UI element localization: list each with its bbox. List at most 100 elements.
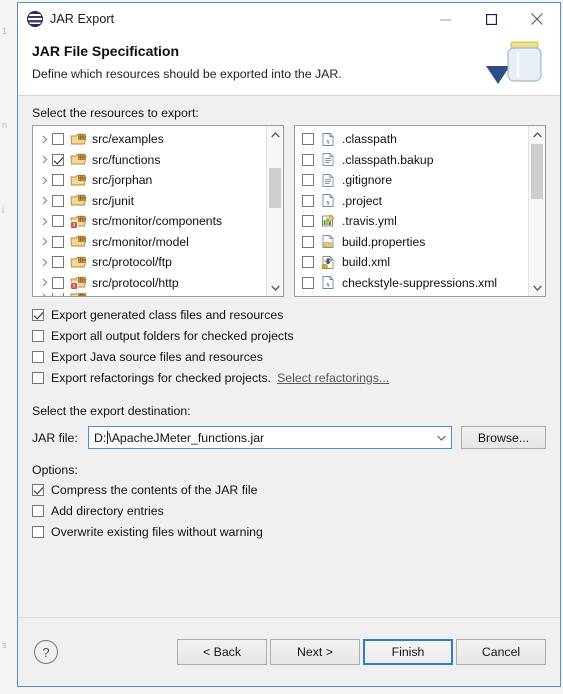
- yml-file-icon: [320, 214, 337, 229]
- folder-tree-scrollbar[interactable]: [266, 126, 283, 296]
- browse-button[interactable]: Browse...: [461, 426, 546, 449]
- file-row-checkbox[interactable]: [302, 174, 314, 187]
- window-title: JAR Export: [50, 12, 115, 26]
- chevron-right-icon[interactable]: [37, 237, 52, 246]
- jar-file-input[interactable]: D: \ApacheJMeter_functions.jar: [89, 430, 264, 445]
- file-list-scrollbar[interactable]: [528, 126, 545, 296]
- file-list-scroll-thumb[interactable]: [531, 144, 543, 199]
- minimize-icon[interactable]: [422, 3, 468, 35]
- footer-buttons: < Back Next > Finish Cancel: [177, 639, 546, 665]
- file-row-checkbox[interactable]: [302, 235, 314, 248]
- options-group: Compress the contents of the JAR file Add…: [32, 479, 546, 542]
- next-button[interactable]: Next >: [270, 639, 360, 665]
- tree-row[interactable]: src/protocol/ftp: [33, 252, 266, 273]
- tree-row-checkbox[interactable]: [52, 153, 64, 166]
- file-row-label: .classpath: [342, 132, 397, 147]
- file-row[interactable]: x checkstyle-suppressions.xml: [295, 273, 528, 294]
- option-row[interactable]: Overwrite existing files without warning: [32, 521, 546, 542]
- folder-tree-list[interactable]: src/examples src/functions src/jorphan src/…: [33, 126, 266, 296]
- chevron-right-icon[interactable]: [37, 155, 52, 164]
- file-row[interactable]: x .project: [295, 191, 528, 212]
- chevron-right-icon[interactable]: [37, 278, 52, 287]
- file-row[interactable]: 010 build.properties: [295, 232, 528, 253]
- jar-export-dialog: JAR Export JAR File Specification Define…: [17, 2, 561, 687]
- tree-row-checkbox[interactable]: [52, 256, 64, 269]
- cancel-button[interactable]: Cancel: [456, 639, 546, 665]
- file-row[interactable]: .classpath.bakup: [295, 150, 528, 171]
- tree-row[interactable]: x src/monitor/components: [33, 211, 266, 232]
- option-checkbox[interactable]: [32, 483, 44, 496]
- jar-file-combo[interactable]: D: \ApacheJMeter_functions.jar: [88, 426, 452, 449]
- export-option-row[interactable]: Export all output folders for checked pr…: [32, 325, 546, 346]
- help-icon[interactable]: ?: [34, 640, 58, 664]
- window-controls: [422, 3, 560, 35]
- folder-tree-pane[interactable]: src/examples src/functions src/jorphan src/…: [32, 125, 284, 297]
- package-folder-icon: [70, 152, 87, 167]
- option-row[interactable]: Add directory entries: [32, 500, 546, 521]
- export-option-row[interactable]: Export refactorings for checked projects…: [32, 367, 546, 388]
- file-row-checkbox[interactable]: [302, 276, 314, 289]
- tree-row-checkbox[interactable]: [52, 215, 64, 228]
- tree-row-checkbox[interactable]: [52, 174, 64, 187]
- folder-tree-scroll-thumb[interactable]: [269, 168, 281, 208]
- export-option-checkbox[interactable]: [32, 371, 44, 384]
- chevron-right-icon[interactable]: [37, 196, 52, 205]
- back-button[interactable]: < Back: [177, 639, 267, 665]
- resources-label: Select the resources to export:: [32, 106, 199, 120]
- scroll-up-icon[interactable]: [529, 126, 545, 143]
- export-option-checkbox[interactable]: [32, 350, 44, 363]
- select-refactorings-link[interactable]: Select refactorings...: [277, 371, 389, 385]
- tree-row-checkbox[interactable]: [52, 293, 64, 296]
- svg-text:!: !: [324, 264, 325, 269]
- option-row[interactable]: Compress the contents of the JAR file: [32, 479, 546, 500]
- tree-row[interactable]: src/functions: [33, 150, 266, 171]
- background-mark-1: 1: [2, 26, 8, 36]
- scroll-down-icon[interactable]: [529, 279, 545, 296]
- file-row[interactable]: ! build.xml: [295, 252, 528, 273]
- tree-row-checkbox[interactable]: [52, 133, 64, 146]
- tree-row-partial[interactable]: [33, 293, 266, 296]
- export-option-row[interactable]: Export generated class files and resourc…: [32, 304, 546, 325]
- file-row-checkbox[interactable]: [302, 133, 314, 146]
- export-option-checkbox[interactable]: [32, 329, 44, 342]
- close-icon[interactable]: [514, 3, 560, 35]
- file-row-checkbox[interactable]: [302, 153, 314, 166]
- tree-row[interactable]: x src/protocol/http: [33, 273, 266, 294]
- properties-file-icon: 010: [320, 234, 337, 249]
- file-row-checkbox[interactable]: [302, 215, 314, 228]
- file-list[interactable]: x .classpath .classpath.bakup .gitignore x .p…: [295, 126, 528, 296]
- finish-button[interactable]: Finish: [363, 639, 453, 665]
- chevron-right-icon[interactable]: [37, 217, 52, 226]
- tree-row[interactable]: src/junit: [33, 191, 266, 212]
- maximize-icon[interactable]: [468, 3, 514, 35]
- export-option-checkbox[interactable]: [32, 308, 44, 321]
- chevron-down-icon[interactable]: [432, 427, 451, 448]
- svg-text:x: x: [73, 284, 76, 290]
- file-row[interactable]: .gitignore: [295, 170, 528, 191]
- file-row-checkbox[interactable]: [302, 256, 314, 269]
- file-row[interactable]: x .classpath: [295, 129, 528, 150]
- xml-file-icon: x: [320, 193, 337, 208]
- chevron-right-icon[interactable]: [37, 293, 52, 296]
- chevron-right-icon[interactable]: [37, 135, 52, 144]
- tree-row[interactable]: src/monitor/model: [33, 232, 266, 253]
- export-option-row[interactable]: Export Java source files and resources: [32, 346, 546, 367]
- file-row-label: .gitignore: [342, 173, 393, 188]
- chevron-right-icon[interactable]: [37, 258, 52, 267]
- tree-row[interactable]: src/examples: [33, 129, 266, 150]
- tree-row-label: src/functions: [92, 152, 161, 167]
- option-checkbox[interactable]: [32, 525, 44, 538]
- export-option-label: Export refactorings for checked projects…: [51, 370, 272, 385]
- scroll-down-icon[interactable]: [267, 279, 283, 296]
- file-row[interactable]: .travis.yml: [295, 211, 528, 232]
- option-checkbox[interactable]: [32, 504, 44, 517]
- scroll-up-icon[interactable]: [267, 126, 283, 143]
- tree-row-checkbox[interactable]: [52, 276, 64, 289]
- chevron-right-icon[interactable]: [37, 176, 52, 185]
- file-list-pane[interactable]: x .classpath .classpath.bakup .gitignore x .p…: [294, 125, 546, 297]
- file-row-checkbox[interactable]: [302, 194, 314, 207]
- tree-row-checkbox[interactable]: [52, 194, 64, 207]
- tree-row[interactable]: src/jorphan: [33, 170, 266, 191]
- tree-row-checkbox[interactable]: [52, 235, 64, 248]
- package-folder-icon: [70, 234, 87, 249]
